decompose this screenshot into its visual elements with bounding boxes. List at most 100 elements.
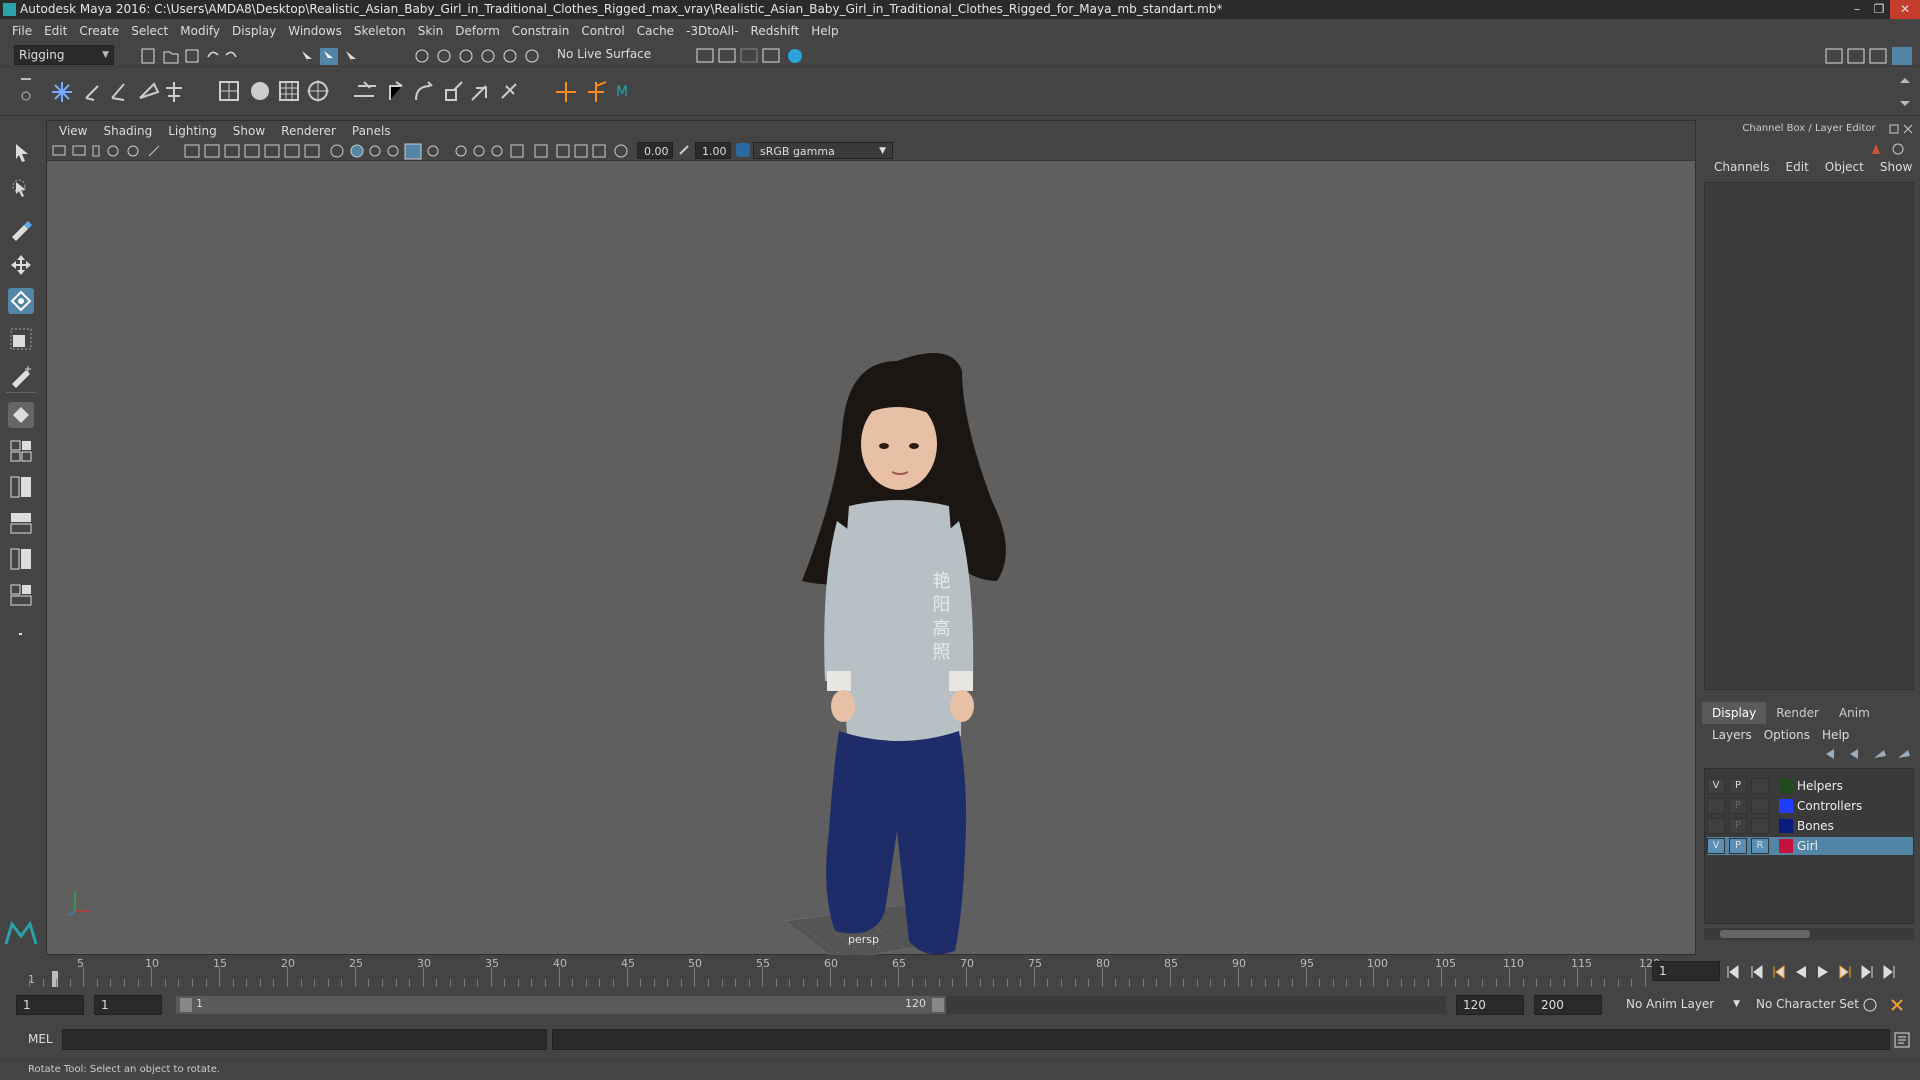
playback-end-field[interactable]: 120 (1456, 995, 1524, 1015)
safe-action-icon[interactable] (284, 144, 300, 158)
move-layer-down-icon[interactable] (1850, 749, 1858, 759)
safe-title-icon[interactable] (304, 144, 320, 158)
vp-menu-show[interactable]: Show (225, 124, 273, 138)
close-panel-icon[interactable] (1903, 124, 1913, 134)
layer-row-bones[interactable]: P Bones (1707, 817, 1913, 835)
auto-key-icon[interactable] (1863, 998, 1877, 1012)
snap-curve-icon[interactable] (437, 49, 451, 63)
menu-windows[interactable]: Windows (282, 24, 348, 38)
gate-mask-icon[interactable] (244, 144, 260, 158)
tool-settings-icon[interactable] (1869, 48, 1887, 64)
save-scene-icon[interactable] (185, 49, 199, 63)
animation-preferences-icon[interactable] (1891, 999, 1903, 1011)
persp-uv-layout-icon[interactable] (8, 582, 34, 608)
isolate-select-icon[interactable] (534, 144, 548, 158)
animation-end-field[interactable]: 200 (1534, 995, 1602, 1015)
vp-menu-shading[interactable]: Shading (95, 124, 160, 138)
snap-live-icon[interactable] (503, 49, 517, 63)
shelf-options-icon[interactable] (18, 74, 34, 110)
ik-spline-icon[interactable] (111, 83, 125, 101)
snap-grid-icon[interactable] (415, 49, 429, 63)
layer-display-type-toggle[interactable]: R (1751, 838, 1769, 854)
xray-joints-icon[interactable] (574, 144, 588, 158)
menu-help[interactable]: Help (805, 24, 844, 38)
range-bar-remainder[interactable] (946, 996, 1446, 1014)
cluster-handle-icon[interactable] (588, 81, 607, 102)
scene-view[interactable]: 艳 阳 高 照 (47, 161, 1697, 956)
scale-constraint-icon[interactable] (445, 81, 463, 101)
viewport-panel[interactable]: View Shading Lighting Show Renderer Pane… (46, 120, 1697, 956)
snap-point-icon[interactable] (459, 49, 473, 63)
snap-view-plane-icon[interactable] (481, 49, 495, 63)
channel-slider-icon[interactable] (1872, 144, 1880, 154)
layer-row-helpers[interactable]: V P Helpers (1707, 777, 1913, 795)
current-frame-marker[interactable] (52, 971, 58, 987)
toolbox-more-icon[interactable] (8, 624, 34, 650)
color-management-icon[interactable] (735, 142, 751, 158)
layer-list-scrollbar[interactable] (1704, 928, 1914, 940)
select-camera-icon[interactable] (52, 145, 66, 156)
vp-menu-renderer[interactable]: Renderer (273, 124, 344, 138)
layer-playback-toggle[interactable]: P (1729, 838, 1747, 854)
parent-constraint-icon[interactable] (354, 81, 376, 97)
menu-skeleton[interactable]: Skeleton (348, 24, 412, 38)
layer-visibility-toggle[interactable]: V (1707, 778, 1725, 794)
wireframe-icon[interactable] (330, 144, 344, 158)
time-slider[interactable]: 1 5 10 15 20 25 30 35 40 45 50 55 60 65 70 75 80 85 90 95 1… (0, 955, 1920, 989)
grid-icon[interactable] (184, 144, 200, 158)
vp-menu-panels[interactable]: Panels (344, 124, 399, 138)
menu-3dtoall[interactable]: -3DtoAll- (680, 24, 744, 38)
grease-pencil-icon[interactable] (148, 145, 160, 157)
vp-menu-lighting[interactable]: Lighting (160, 124, 225, 138)
attribute-editor-icon[interactable] (1847, 48, 1865, 64)
menu-redshift[interactable]: Redshift (745, 24, 806, 38)
range-end-handle[interactable] (932, 998, 944, 1012)
motion-blur-icon[interactable] (473, 145, 485, 157)
layer-menu-options[interactable]: Options (1758, 724, 1816, 746)
cluster-icon[interactable] (307, 80, 329, 102)
persp-outliner-layout-icon[interactable] (8, 474, 34, 500)
layer-playback-toggle[interactable]: P (1729, 798, 1747, 814)
layer-display-type-toggle[interactable] (1751, 798, 1769, 814)
hypershade-icon[interactable] (788, 49, 802, 63)
layer-color-swatch[interactable] (1779, 839, 1793, 853)
tab-display[interactable]: Display (1702, 702, 1767, 724)
menu-modify[interactable]: Modify (174, 24, 226, 38)
layer-color-swatch[interactable] (1779, 779, 1793, 793)
open-scene-icon[interactable] (163, 51, 179, 64)
step-forward-frame-icon[interactable] (1861, 965, 1873, 979)
time-slider-track[interactable]: 1 5 10 15 20 25 30 35 40 45 50 55 60 65 70 75 80 85 90 95 1… (26, 957, 1660, 987)
scrollbar-thumb[interactable] (1720, 930, 1810, 938)
menu-skin[interactable]: Skin (412, 24, 450, 38)
depth-of-field-icon[interactable] (510, 144, 524, 158)
menu-deform[interactable]: Deform (449, 24, 506, 38)
ik-handle-icon[interactable] (85, 85, 99, 101)
menuset-dropdown[interactable]: Rigging ▼ (14, 45, 114, 65)
go-to-end-icon[interactable] (1883, 965, 1895, 979)
cb-menu-object[interactable]: Object (1817, 160, 1872, 174)
layer-menu-layers[interactable]: Layers (1706, 724, 1758, 746)
locator-icon[interactable] (556, 82, 576, 102)
character-set-dropdown[interactable]: No Character Set (1750, 995, 1860, 1015)
menu-file[interactable]: File (6, 24, 38, 38)
range-bar[interactable]: 1 120 (176, 996, 946, 1014)
anim-layer-dropdown[interactable]: No Anim Layer ▼ (1620, 995, 1742, 1015)
undo-icon[interactable] (207, 51, 219, 58)
colorspace-dropdown[interactable]: sRGB gamma ▼ (753, 142, 893, 159)
tab-anim[interactable]: Anim (1829, 702, 1880, 724)
play-backwards-icon[interactable] (1796, 966, 1806, 978)
cb-menu-channels[interactable]: Channels (1706, 160, 1778, 174)
orient-constraint-icon[interactable] (415, 81, 433, 101)
channel-box-area[interactable] (1704, 182, 1914, 690)
render-view-icon[interactable] (696, 48, 714, 63)
channel-box-toggle-icon[interactable] (1892, 47, 1912, 65)
layer-color-swatch[interactable] (1779, 799, 1793, 813)
image-plane-icon[interactable] (107, 145, 119, 157)
tab-render[interactable]: Render (1766, 702, 1829, 724)
step-back-key-icon[interactable] (1773, 965, 1785, 979)
ipr-render-icon[interactable] (740, 48, 758, 63)
command-input[interactable] (62, 1029, 547, 1050)
wireframe-on-shaded-icon[interactable] (369, 145, 381, 157)
menu-create[interactable]: Create (73, 24, 125, 38)
pole-vector-icon[interactable] (501, 83, 517, 99)
